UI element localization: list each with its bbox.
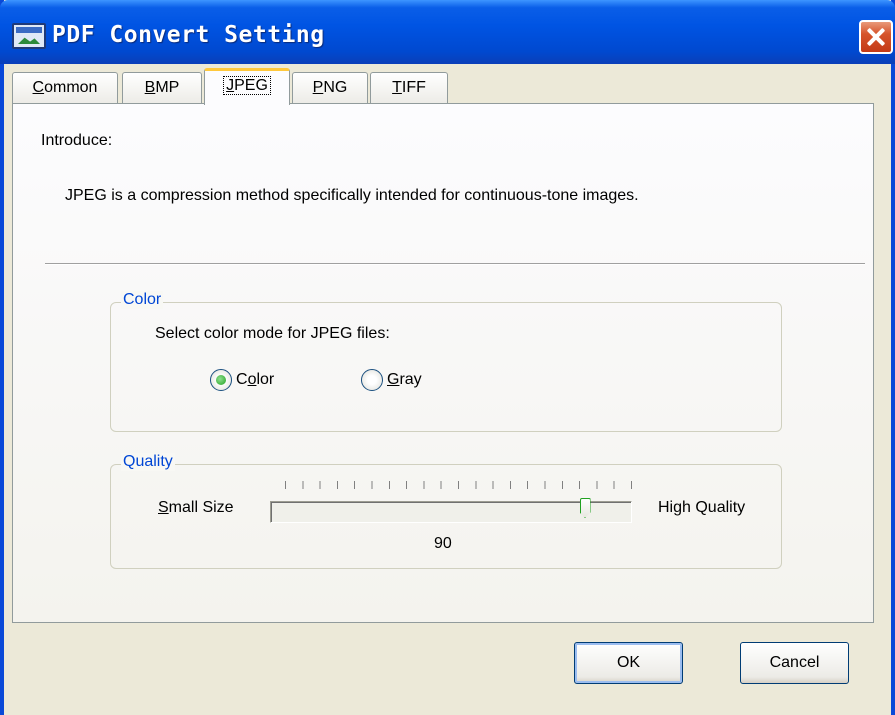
tab-page-jpeg: Introduce: JPEG is a compression method … <box>12 103 874 623</box>
radio-gray-label: Gray <box>387 371 422 388</box>
radio-color-label: Color <box>236 371 275 388</box>
radio-color[interactable]: Color <box>210 369 274 391</box>
cancel-button[interactable]: Cancel <box>740 642 849 684</box>
dialog-window: PDF Convert Setting Common BMP JPEG PNG … <box>0 0 895 715</box>
color-mode-prompt: Select color mode for JPEG files: <box>155 325 390 342</box>
quality-group-legend: Quality <box>121 453 175 471</box>
tab-png[interactable]: PNG <box>292 72 368 104</box>
close-icon[interactable] <box>859 20 893 54</box>
title-bar[interactable]: PDF Convert Setting <box>0 0 895 64</box>
radio-gray[interactable]: Gray <box>361 369 422 391</box>
tab-tiff[interactable]: TIFF <box>370 72 448 104</box>
window-title: PDF Convert Setting <box>52 22 325 48</box>
tab-jpeg[interactable]: JPEG <box>204 68 290 105</box>
quality-slider-track[interactable] <box>270 501 632 523</box>
intro-label: Introduce: <box>41 132 113 149</box>
radio-gray-indicator[interactable] <box>361 369 383 391</box>
ok-button[interactable]: OK <box>574 642 683 684</box>
quality-value: 90 <box>434 535 452 552</box>
slider-ticks <box>285 481 635 489</box>
tab-focus-indicator: JPEG <box>223 76 271 95</box>
color-group-legend: Color <box>121 291 164 309</box>
slider-max-label: High Quality <box>658 499 746 516</box>
app-image-icon <box>12 23 46 49</box>
intro-description: JPEG is a compression method specificall… <box>65 187 639 204</box>
slider-min-label: Small Size <box>158 499 234 516</box>
quality-groupbox: Quality Small Size High Quality 90 <box>110 453 782 569</box>
tab-common[interactable]: Common <box>12 72 118 104</box>
section-divider <box>45 263 865 265</box>
radio-color-indicator[interactable] <box>210 369 232 391</box>
color-groupbox: Color Select color mode for JPEG files: … <box>110 291 782 432</box>
tab-bmp[interactable]: BMP <box>122 72 202 104</box>
